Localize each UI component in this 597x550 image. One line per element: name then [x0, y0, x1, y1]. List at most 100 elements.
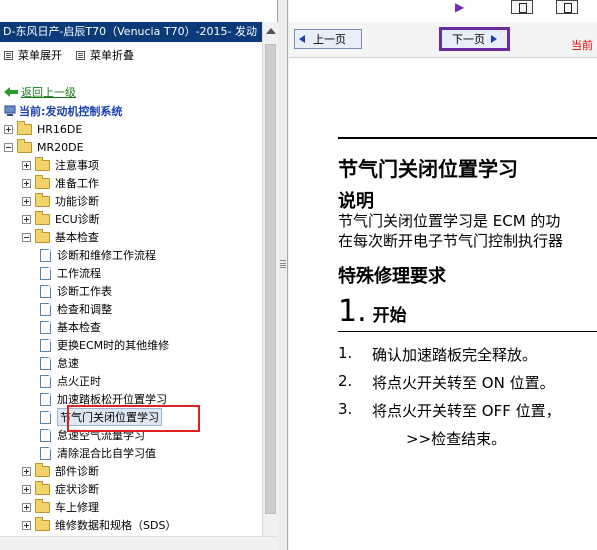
document-icon — [40, 374, 51, 388]
tree-leaf-label: 基本检查 — [57, 321, 101, 334]
item-number: 1. — [338, 344, 353, 362]
tree-node-ecu-diagnosis[interactable]: ECU诊断 — [22, 210, 100, 228]
tree-leaf[interactable]: 诊断和维修工作流程 — [40, 246, 156, 264]
left-triangle-icon — [299, 35, 305, 43]
document-icon — [40, 284, 51, 298]
folder-icon — [35, 480, 50, 495]
expand-menu-button[interactable]: 菜单展开 — [4, 47, 62, 63]
tree-leaf[interactable]: 检查和调整 — [40, 300, 112, 318]
computer-icon — [4, 105, 16, 116]
navigation-pane: D-东风日产-启辰T70（Venucia T70）-2015- 发动 菜单展开 … — [0, 0, 278, 550]
expand-toggle-icon[interactable] — [22, 178, 31, 188]
pane-splitter[interactable] — [278, 0, 288, 550]
play-marker-icon[interactable]: ▶ — [455, 0, 473, 14]
previous-page-label: 上一页 — [313, 33, 346, 46]
tree-node-sds[interactable]: 维修数据和规格（SDS） — [22, 516, 176, 534]
tree-leaf[interactable]: 点火正时 — [40, 372, 101, 390]
expand-toggle-icon[interactable] — [22, 502, 31, 512]
red-highlight-annotation — [67, 405, 200, 432]
document-icon — [40, 410, 51, 424]
tree-node-component-diagnosis[interactable]: 部件诊断 — [22, 462, 99, 480]
expand-toggle-icon[interactable] — [22, 160, 31, 170]
step-rule — [338, 331, 597, 332]
expand-toggle-icon[interactable] — [22, 520, 31, 530]
tree-leaf[interactable]: 怠速 — [40, 354, 79, 372]
document-icon — [40, 356, 51, 370]
tree-node-basic-inspection[interactable]: 基本检查 — [22, 228, 99, 246]
tree-node-label: 注意事项 — [55, 159, 99, 172]
tree-node-label: 症状诊断 — [55, 483, 99, 496]
expand-toggle-icon[interactable] — [22, 196, 31, 206]
right-triangle-icon — [491, 35, 497, 43]
tree-node-symptom-diagnosis[interactable]: 症状诊断 — [22, 480, 99, 498]
tree-leaf-label: 工作流程 — [57, 267, 101, 280]
end-of-check-note: >>检查结束。 — [406, 430, 507, 448]
collapse-menu-button[interactable]: 菜单折叠 — [76, 47, 134, 63]
current-location: 当前:发动机控制系统 — [4, 103, 122, 119]
item-number: 2. — [338, 372, 353, 390]
tree-node-precautions[interactable]: 注意事项 — [22, 156, 99, 174]
procedure-item: 3. 将点火开关转至 OFF 位置， — [338, 400, 561, 421]
window-button-icon[interactable] — [511, 0, 533, 14]
folder-open-icon — [35, 228, 50, 243]
tree-node-label: 准备工作 — [55, 177, 99, 190]
back-up-link[interactable]: 返回上一级 — [4, 84, 76, 100]
page-navigation-bar: 上一页 下一页 当前 — [289, 22, 597, 58]
tree-node-label: ECU诊断 — [55, 213, 100, 226]
tree-node-mr20de[interactable]: MR20DE — [4, 138, 84, 156]
tree-leaf-label: 检查和调整 — [57, 303, 112, 316]
document-icon — [40, 428, 51, 442]
current-location-label: 当前:发动机控制系统 — [19, 105, 123, 118]
expand-toggle-icon[interactable] — [22, 466, 31, 476]
tree-vertical-scrollbar[interactable] — [262, 22, 278, 550]
expand-toggle-icon[interactable] — [22, 484, 31, 494]
folder-icon — [35, 462, 50, 477]
tree-leaf[interactable]: 工作流程 — [40, 264, 101, 282]
tree-leaf-label: 怠速 — [57, 357, 79, 370]
folder-icon — [35, 210, 50, 225]
folder-icon — [35, 516, 50, 531]
folder-icon — [35, 498, 50, 513]
scroll-up-arrow-icon[interactable] — [266, 28, 276, 34]
tree-leaf-label: 诊断和维修工作流程 — [57, 249, 156, 262]
expand-toggle-icon[interactable] — [22, 214, 31, 224]
collapse-toggle-icon[interactable] — [4, 142, 13, 152]
next-page-button[interactable]: 下一页 — [439, 27, 510, 51]
expand-menu-label: 菜单展开 — [18, 49, 62, 62]
folder-open-icon — [17, 138, 32, 153]
content-top-rule — [338, 137, 597, 139]
description-line-1: 节气门关闭位置学习是 ECM 的功 — [338, 212, 561, 230]
collapse-toggle-icon[interactable] — [22, 232, 31, 242]
tree-horizontal-scrollbar[interactable] — [0, 536, 278, 550]
splitter-grip-icon[interactable] — [280, 260, 286, 268]
document-icon — [40, 266, 51, 280]
tree-node-label: HR16DE — [37, 122, 83, 136]
tree-node-on-vehicle-repair[interactable]: 车上修理 — [22, 498, 99, 516]
tree-leaf[interactable]: 基本检查 — [40, 318, 101, 336]
window-button-icon[interactable] — [556, 0, 578, 14]
folder-icon — [17, 120, 32, 135]
tree-node-label: 维修数据和规格（SDS） — [55, 519, 177, 532]
tree-node-hr16de[interactable]: HR16DE — [4, 120, 82, 138]
document-icon — [40, 302, 51, 316]
tree-node-preparation[interactable]: 准备工作 — [22, 174, 99, 192]
document-title-bar: D-东风日产-启辰T70（Venucia T70）-2015- 发动 — [0, 22, 262, 42]
tree-leaf[interactable]: 清除混合比自学习值 — [40, 444, 156, 462]
scroll-thumb[interactable] — [265, 44, 276, 514]
tree-toolbar: 菜单展开 菜单折叠 — [0, 46, 144, 64]
tree-leaf[interactable]: 更换ECM时的其他维修 — [40, 336, 169, 354]
special-repair-heading: 特殊修理要求 — [338, 266, 446, 287]
list-icon — [76, 50, 85, 60]
previous-page-button[interactable]: 上一页 — [294, 29, 362, 49]
document-icon — [40, 392, 51, 406]
list-icon — [4, 50, 13, 60]
procedure-item: 1. 确认加速踏板完全释放。 — [338, 344, 537, 365]
folder-icon — [35, 156, 50, 171]
back-up-label: 返回上一级 — [21, 86, 76, 99]
expand-toggle-icon[interactable] — [4, 124, 13, 134]
tree-leaf[interactable]: 诊断工作表 — [40, 282, 112, 300]
item-text: 确认加速踏板完全释放。 — [372, 346, 538, 364]
document-icon — [40, 248, 51, 262]
tree-node-function-diagnosis[interactable]: 功能诊断 — [22, 192, 99, 210]
page-title: 节气门关闭位置学习 — [338, 157, 518, 181]
